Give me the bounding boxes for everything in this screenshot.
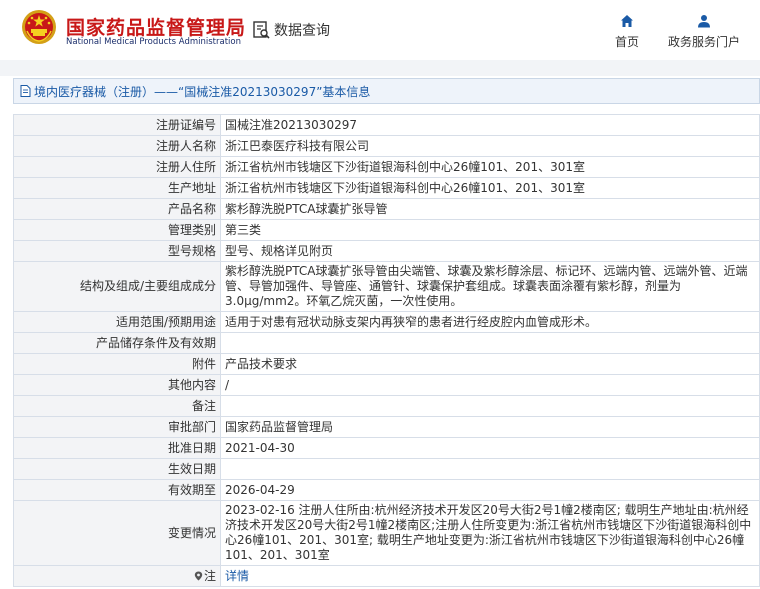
- row-value: 适用于对患有冠状动脉支架内再狭窄的患者进行经皮腔内血管成形术。: [220, 311, 760, 333]
- table-row: 适用范围/预期用途 适用于对患有冠状动脉支架内再狭窄的患者进行经皮腔内血管成形术…: [13, 311, 760, 333]
- row-value: /: [220, 374, 760, 396]
- row-value: 浙江省杭州市钱塘区下沙街道银海科创中心26幢101、201、301室: [220, 156, 760, 178]
- table-row: 变更情况 2023-02-16 注册人住所由:杭州经济技术开发区20号大街2号1…: [13, 500, 760, 566]
- row-label: 注册证编号: [13, 114, 221, 136]
- site-title: 国家药品监督管理局: [66, 17, 247, 39]
- pin-icon: [194, 571, 203, 580]
- table-row: 产品名称 紫杉醇洗脱PTCA球囊扩张导管: [13, 198, 760, 220]
- row-value: [220, 395, 760, 417]
- row-value: 紫杉醇洗脱PTCA球囊扩张导管: [220, 198, 760, 220]
- table-row: 注册人名称 浙江巴泰医疗科技有限公司: [13, 135, 760, 157]
- row-label: 批准日期: [13, 437, 221, 459]
- row-value: 型号、规格详见附页: [220, 240, 760, 262]
- table-row: 备注: [13, 395, 760, 417]
- nav-home[interactable]: 首页: [611, 14, 643, 50]
- details-link[interactable]: 详情: [220, 565, 760, 587]
- row-value: 紫杉醇洗脱PTCA球囊扩张导管由尖端管、球囊及紫杉醇涂层、标记环、远端内管、远端…: [220, 261, 760, 312]
- table-row: 生产地址 浙江省杭州市钱塘区下沙街道银海科创中心26幢101、201、301室: [13, 177, 760, 199]
- row-label: 适用范围/预期用途: [13, 311, 221, 333]
- table-row: 产品储存条件及有效期: [13, 332, 760, 354]
- row-value: 产品技术要求: [220, 353, 760, 375]
- row-value: 国家药品监督管理局: [220, 416, 760, 438]
- row-label: 生效日期: [13, 458, 221, 480]
- table-row: 型号规格 型号、规格详见附页: [13, 240, 760, 262]
- table-row: 其他内容 /: [13, 374, 760, 396]
- row-label: 附件: [13, 353, 221, 375]
- table-row: 生效日期: [13, 458, 760, 480]
- row-label: 注册人名称: [13, 135, 221, 157]
- row-value: 浙江巴泰医疗科技有限公司: [220, 135, 760, 157]
- table-row: 注册人住所 浙江省杭州市钱塘区下沙街道银海科创中心26幢101、201、301室: [13, 156, 760, 178]
- row-label: 型号规格: [13, 240, 221, 262]
- row-value: 浙江省杭州市钱塘区下沙街道银海科创中心26幢101、201、301室: [220, 177, 760, 199]
- nav-home-label: 首页: [614, 35, 639, 49]
- row-value: 2021-04-30: [220, 437, 760, 459]
- table-row: 注册证编号 国械注准20213030297: [13, 114, 760, 136]
- nav-service-portal[interactable]: 政务服务门户: [667, 14, 741, 50]
- breadcrumb: 境内医疗器械（注册）——“国械注准20213030297”基本信息: [13, 78, 760, 104]
- row-label: 其他内容: [13, 374, 221, 396]
- home-icon: [621, 15, 633, 27]
- row-label: 变更情况: [13, 500, 221, 566]
- row-value: [220, 458, 760, 480]
- site-title-en: National Medical Products Administration: [66, 37, 241, 47]
- table-row: 管理类别 第三类: [13, 219, 760, 241]
- row-label: 结构及组成/主要组成成分: [13, 261, 221, 312]
- note-label: 注: [203, 568, 216, 583]
- row-value: 国械注准20213030297: [220, 114, 760, 136]
- row-value: 第三类: [220, 219, 760, 241]
- row-value: 2023-02-16 注册人住所由:杭州经济技术开发区20号大街2号1幢2楼南区…: [220, 500, 760, 566]
- row-label: 生产地址: [13, 177, 221, 199]
- row-label: 产品储存条件及有效期: [13, 332, 221, 354]
- row-label: 管理类别: [13, 219, 221, 241]
- data-query-icon: [253, 21, 270, 39]
- table-row: 附件 产品技术要求: [13, 353, 760, 375]
- row-label: 产品名称: [13, 198, 221, 220]
- header-divider: [0, 60, 760, 76]
- table-row: 审批部门 国家药品监督管理局: [13, 416, 760, 438]
- site-header: 国家药品监督管理局 National Medical Products Admi…: [0, 0, 760, 60]
- row-value: [220, 332, 760, 354]
- detail-table: 注册证编号 国械注准20213030297 注册人名称 浙江巴泰医疗科技有限公司…: [13, 114, 760, 587]
- table-row: 有效期至 2026-04-29: [13, 479, 760, 501]
- table-row: 注 详情: [13, 565, 760, 587]
- data-query-label: 数据查询: [274, 23, 330, 39]
- breadcrumb-text: 境内医疗器械（注册）——“国械注准20213030297”基本信息: [34, 84, 371, 99]
- document-icon: [20, 85, 31, 97]
- nav-service-portal-label: 政务服务门户: [667, 35, 740, 49]
- row-label-note: 注: [13, 565, 221, 587]
- national-emblem-icon: [22, 10, 56, 44]
- user-icon: [698, 15, 710, 28]
- data-query-link[interactable]: 数据查询: [253, 20, 330, 40]
- table-row: 结构及组成/主要组成成分 紫杉醇洗脱PTCA球囊扩张导管由尖端管、球囊及紫杉醇涂…: [13, 261, 760, 312]
- row-label: 审批部门: [13, 416, 221, 438]
- row-value: 2026-04-29: [220, 479, 760, 501]
- row-label: 注册人住所: [13, 156, 221, 178]
- row-label: 备注: [13, 395, 221, 417]
- row-label: 有效期至: [13, 479, 221, 501]
- table-row: 批准日期 2021-04-30: [13, 437, 760, 459]
